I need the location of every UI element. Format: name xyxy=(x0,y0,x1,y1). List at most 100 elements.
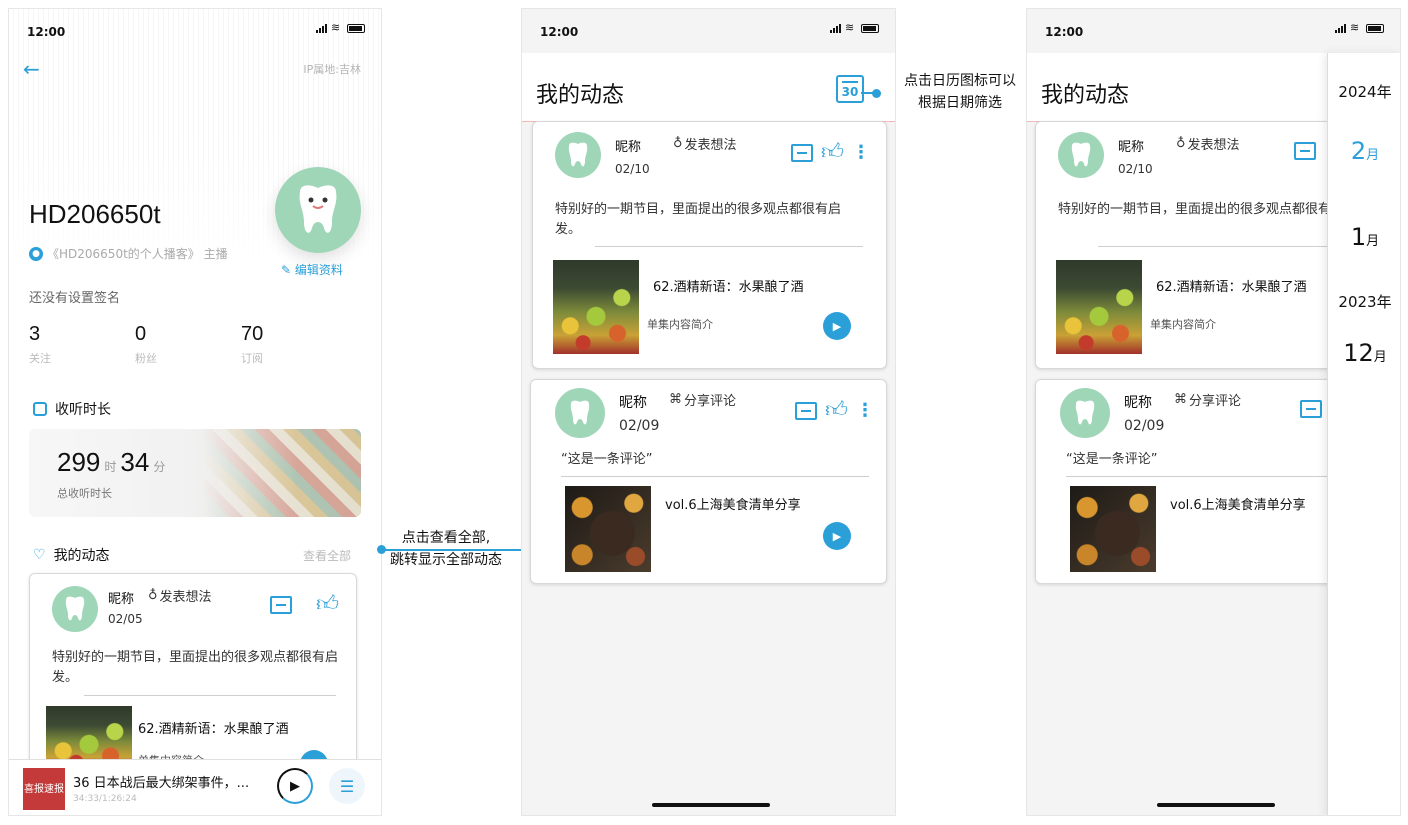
comment-icon[interactable] xyxy=(270,596,292,614)
page-title: 我的动态 xyxy=(536,83,625,108)
post-text: 特别好的一期节目，里面提出的很多观点都很有启发。 xyxy=(52,650,339,685)
system-icons: ≋ xyxy=(830,22,879,33)
comment-icon[interactable] xyxy=(1300,400,1322,418)
moment-card: 昵称 ♁ 发表想法 02/05 👍︎ 特别好的一期节目，里面提出的很多观点都很有启… xyxy=(29,573,357,783)
month-2[interactable]: 2月 xyxy=(1328,137,1400,165)
episode-cover[interactable] xyxy=(565,486,651,572)
now-playing-time: 34:33/1:26:24 xyxy=(73,794,137,804)
calendar-day: 30 xyxy=(841,84,859,99)
play-icon[interactable]: ▶ xyxy=(823,312,851,340)
stat-subscriptions[interactable]: 70 订阅 xyxy=(241,323,347,366)
episode-intro: 单集内容简介 xyxy=(1150,318,1216,331)
post-type: ⌘ 分享评论 xyxy=(669,390,736,409)
playlist-icon[interactable]: ☰ xyxy=(329,768,365,804)
like-icon[interactable]: 👍︎ xyxy=(825,400,848,422)
post-date: 02/09 xyxy=(619,418,660,434)
listen-section-title: 收听时长 xyxy=(55,402,111,418)
bulb-icon: ♁ xyxy=(1176,136,1186,151)
moment-card: 昵称 ⌘ 分享评论 02/09 👍︎ ⋮ “这是一条评论” vol.6上海美食清单… xyxy=(530,379,887,584)
post-type: ♁ 发表想法 xyxy=(148,586,212,605)
signal-icon xyxy=(316,23,327,33)
podcast-line[interactable]: ● 《HD206650t的个人播客》 主播 xyxy=(29,245,228,262)
battery-icon xyxy=(861,23,879,33)
more-icon[interactable]: ⋮ xyxy=(856,402,874,420)
page-title: 我的动态 xyxy=(1041,83,1130,108)
episode-cover[interactable] xyxy=(1056,260,1142,354)
like-icon[interactable]: 👍︎ xyxy=(821,142,844,164)
episode-cover[interactable] xyxy=(553,260,639,354)
post-date: 02/10 xyxy=(615,162,650,176)
profile-avatar[interactable] xyxy=(275,167,361,253)
date-filter-panel: 2024年 2月 1月 2023年 12月 xyxy=(1327,53,1400,815)
stat-followers[interactable]: 0 粉丝 xyxy=(135,323,241,366)
comment-text: “这是一条评论” xyxy=(1066,452,1158,467)
listen-total: 299 时 34 分 xyxy=(57,447,169,478)
edit-profile-button[interactable]: ✎ 编辑资料 xyxy=(281,261,343,278)
post-type-label: 发表想法 xyxy=(684,138,737,153)
tooth-icon xyxy=(1071,142,1091,167)
like-icon[interactable]: 👍︎ xyxy=(316,594,339,616)
episode-title[interactable]: 62.酒精新语：水果酿了酒 xyxy=(653,276,804,295)
annotation-calendar: 点击日历图标可以 根据日期筛选 xyxy=(889,70,1031,114)
episode-title[interactable]: vol.6上海美食清单分享 xyxy=(665,494,801,513)
listen-caption: 总收听时长 xyxy=(57,487,112,500)
month-1[interactable]: 1月 xyxy=(1328,223,1400,251)
moment-card: 昵称 ♁ 发表想法 02/10 👍︎ ⋮ 特别好的一期节目，里面提出的很多观点都很… xyxy=(532,121,887,369)
more-icon[interactable]: ⋮ xyxy=(852,144,870,162)
username: HD206650t xyxy=(29,199,161,229)
comment-icon[interactable] xyxy=(795,402,817,420)
share-node-icon: ⌘ xyxy=(669,392,682,407)
post-type-label: 分享评论 xyxy=(1189,394,1242,409)
share-node-icon: ⌘ xyxy=(1174,392,1187,407)
comment-icon[interactable] xyxy=(791,144,813,162)
view-all-link[interactable]: 查看全部 xyxy=(303,547,351,564)
annotation-view-all: 点击查看全部, 跳转显示全部动态 xyxy=(370,527,522,571)
episode-title[interactable]: 62.酒精新语：水果酿了酒 xyxy=(1156,276,1307,295)
month-unit: 月 xyxy=(1366,234,1380,249)
heart-icon: ♡ xyxy=(33,547,46,563)
stat-value: 0 xyxy=(135,323,147,345)
now-playing-title: 36 日本战后最大绑架事件，... xyxy=(73,776,250,791)
user-avatar[interactable] xyxy=(555,388,605,438)
annotation-text: 根据日期筛选 xyxy=(918,95,1002,111)
back-arrow-icon[interactable]: ← xyxy=(23,57,40,81)
user-avatar[interactable] xyxy=(52,586,98,632)
divider xyxy=(595,246,863,247)
stats-row: 3 关注 0 粉丝 70 订阅 xyxy=(29,323,369,366)
episode-title[interactable]: 62.酒精新语：水果酿了酒 xyxy=(138,718,289,737)
comment-icon[interactable] xyxy=(1294,142,1316,160)
month-12[interactable]: 12月 xyxy=(1328,339,1400,367)
user-avatar[interactable] xyxy=(1060,388,1110,438)
status-time: 12:00 xyxy=(1045,25,1084,39)
annotation-text: 跳转显示全部动态 xyxy=(390,552,502,568)
stat-following[interactable]: 3 关注 xyxy=(29,323,135,366)
post-date: 02/10 xyxy=(1118,162,1153,176)
user-avatar[interactable] xyxy=(1058,132,1104,178)
mini-player[interactable]: 喜报速报 36 日本战后最大绑架事件，... 34:33/1:26:24 ▶ ☰ xyxy=(9,759,381,815)
battery-icon xyxy=(347,23,365,33)
episode-cover[interactable] xyxy=(1070,486,1156,572)
post-actions: 👍︎ xyxy=(270,594,339,616)
user-avatar[interactable] xyxy=(555,132,601,178)
signal-icon xyxy=(830,23,841,33)
microphone-icon: ● xyxy=(29,246,43,261)
poster-collage xyxy=(201,429,361,517)
tooth-icon xyxy=(65,596,85,621)
post-date: 02/09 xyxy=(1124,418,1165,434)
year-2024[interactable]: 2024年 xyxy=(1328,81,1400,102)
wifi-icon: ≋ xyxy=(331,21,341,34)
stat-label: 订阅 xyxy=(241,352,263,365)
play-icon[interactable]: ▶ xyxy=(823,522,851,550)
play-pause-icon[interactable]: ▶ xyxy=(277,768,313,804)
listen-minutes: 34 xyxy=(120,447,150,477)
year-2023[interactable]: 2023年 xyxy=(1328,291,1400,312)
nickname: 昵称 xyxy=(619,395,647,411)
minute-unit: 分 xyxy=(153,460,166,474)
now-playing-cover: 喜报速报 xyxy=(23,768,65,810)
post-text: 特别好的一期节目，里面提出的很多观点都很有启发。 xyxy=(555,202,842,237)
wifi-icon: ≋ xyxy=(1350,21,1360,34)
episode-title[interactable]: vol.6上海美食清单分享 xyxy=(1170,494,1306,513)
calendar-icon[interactable]: 30 xyxy=(836,75,864,103)
nickname: 昵称 xyxy=(108,592,135,607)
month-number: 12 xyxy=(1343,339,1374,367)
